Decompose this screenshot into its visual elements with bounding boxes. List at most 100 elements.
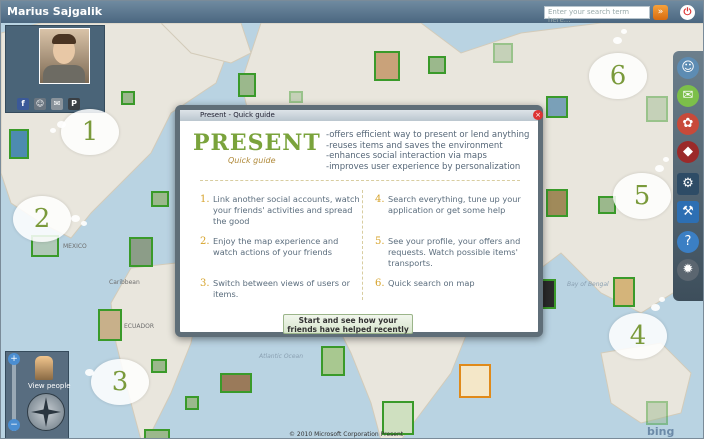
map-label-caribbean: Caribbean (109, 279, 140, 286)
p-icon[interactable]: P (68, 98, 80, 110)
present-logo: PRESENT (193, 130, 321, 156)
map-item-thumbnail[interactable] (546, 96, 568, 118)
present-app-window: Marius Sajgalik Enter your search term h… (0, 0, 704, 439)
map-item-thumbnail[interactable] (613, 277, 635, 307)
feature-item: -enhances social interaction via maps (326, 151, 487, 161)
step-text: Quick search on map (388, 278, 475, 288)
tutorial-bubble-6: 6 (589, 53, 647, 99)
map-item-thumbnail[interactable] (374, 51, 400, 81)
search-input[interactable]: Enter your search term here... (544, 6, 650, 24)
bubble-puff (71, 215, 80, 222)
group-icon[interactable]: ☺ (34, 98, 46, 110)
tutorial-bubble-5: 5 (613, 173, 671, 219)
user-name: Marius Sajgalik (7, 5, 103, 18)
feature-item: -improves user experience by personaliza… (326, 161, 521, 172)
view-people-label[interactable]: View people (28, 382, 71, 390)
tutorial-bubble-4: 4 (609, 313, 667, 359)
guide-step-4: 4. Search everything, tune up your appli… (375, 194, 538, 216)
logo-subtitle: Quick guide (228, 156, 276, 165)
settings-icon[interactable]: ⚙ (677, 173, 699, 195)
gear-icon[interactable]: ✹ (677, 259, 699, 281)
map-item-thumbnail[interactable] (9, 129, 29, 159)
map-item-thumbnail[interactable] (144, 429, 170, 438)
tutorial-bubble-2: 2 (13, 196, 71, 242)
tutorial-bubble-3: 3 (91, 359, 149, 405)
dialog-title: Present - Quick guide (180, 110, 538, 121)
map-item-thumbnail[interactable] (121, 91, 135, 105)
guide-step-5: 5. See your profile, your offers and req… (375, 236, 538, 269)
help-icon[interactable]: ? (677, 231, 699, 253)
map-item-thumbnail[interactable] (646, 401, 668, 425)
bubble-puff (85, 369, 94, 376)
step-text: Link another social accounts, watch your… (213, 194, 360, 226)
map-item-thumbnail[interactable] (220, 373, 252, 393)
step-number: 1. (200, 194, 210, 205)
step-text: Enjoy the map experience and watch actio… (213, 236, 339, 257)
close-icon[interactable]: ⏻ (680, 5, 695, 20)
map-item-thumbnail[interactable] (289, 91, 303, 103)
start-button[interactable]: Start and see how your friends have help… (283, 314, 413, 334)
map-item-thumbnail[interactable] (459, 364, 491, 398)
mail-icon[interactable]: ✉ (51, 98, 63, 110)
tutorial-bubble-1: 1 (61, 109, 119, 155)
map-item-thumbnail[interactable] (238, 73, 256, 97)
guide-step-6: 6. Quick search on map (375, 278, 538, 289)
step-number: 5. (375, 236, 385, 247)
close-icon[interactable]: × (533, 110, 543, 120)
step-text: See your profile, your offers and reques… (388, 236, 521, 268)
map-item-thumbnail[interactable] (151, 359, 167, 373)
bubble-puff (81, 221, 87, 226)
tools-icon[interactable]: ⚒ (677, 201, 699, 223)
feature-item: -reuses items and saves the environment (326, 140, 503, 151)
bubble-puff (621, 29, 627, 34)
map-label-mexico: MEXICO (63, 243, 87, 250)
bubble-puff (613, 37, 622, 44)
person-icon[interactable] (35, 356, 53, 380)
map-copyright: © 2010 Microsoft Corporation Present (289, 431, 404, 438)
divider (200, 180, 520, 181)
quick-guide-dialog: Present - Quick guide × PRESENT Quick gu… (175, 105, 543, 337)
bubble-puff (659, 297, 665, 302)
map-item-thumbnail[interactable] (129, 237, 153, 267)
avatar[interactable] (39, 28, 90, 84)
map-item-thumbnail[interactable] (321, 346, 345, 376)
map-item-thumbnail[interactable] (382, 401, 414, 435)
bubble-puff (50, 128, 56, 133)
map-label-atlantic: Atlantic Ocean (259, 353, 304, 360)
search-button[interactable]: » (653, 5, 668, 20)
map-item-thumbnail[interactable] (493, 43, 513, 63)
compass-pan-control[interactable] (27, 393, 65, 431)
feature-list: -offers efficient way to present or lend… (326, 130, 529, 172)
person-icon[interactable]: ☺ (677, 57, 699, 79)
step-number: 2. (200, 236, 210, 247)
profile-panel: f ☺ ✉ P (5, 25, 105, 113)
zoom-in-button[interactable]: + (8, 353, 20, 365)
bubble-puff (57, 121, 66, 128)
car-icon[interactable]: ◆ (677, 141, 699, 163)
map-item-thumbnail[interactable] (185, 396, 199, 410)
map-item-thumbnail[interactable] (646, 96, 668, 122)
guide-step-1: 1. Link another social accounts, watch y… (200, 194, 363, 227)
map-item-thumbnail[interactable] (151, 191, 169, 207)
step-number: 6. (375, 278, 385, 289)
bubble-puff (651, 304, 660, 311)
step-text: Switch between views of users or items. (213, 278, 350, 299)
right-dock: ☺ ✉ ✿ ◆ ⚙ ⚒ ? ✹ (673, 51, 703, 301)
christmas-gift-icon[interactable]: ✿ (677, 113, 699, 135)
zoom-out-button[interactable]: − (8, 419, 20, 431)
map-label-ecuador: ECUADOR (124, 323, 154, 330)
step-number: 3. (200, 278, 210, 289)
step-number: 4. (375, 194, 385, 205)
bubble-puff (663, 157, 669, 162)
guide-step-3: 3. Switch between views of users or item… (200, 278, 363, 300)
bing-logo: bing (647, 425, 675, 438)
map-item-thumbnail[interactable] (428, 56, 446, 74)
feature-item: -offers efficient way to present or lend… (326, 130, 530, 140)
gift-icon[interactable]: ✉ (677, 85, 699, 107)
bubble-puff (655, 165, 664, 172)
map-item-thumbnail[interactable] (546, 189, 568, 217)
step-text: Search everything, tune up your applicat… (388, 194, 521, 215)
map-item-thumbnail[interactable] (98, 309, 122, 341)
guide-step-2: 2. Enjoy the map experience and watch ac… (200, 236, 363, 258)
facebook-icon[interactable]: f (17, 98, 29, 110)
